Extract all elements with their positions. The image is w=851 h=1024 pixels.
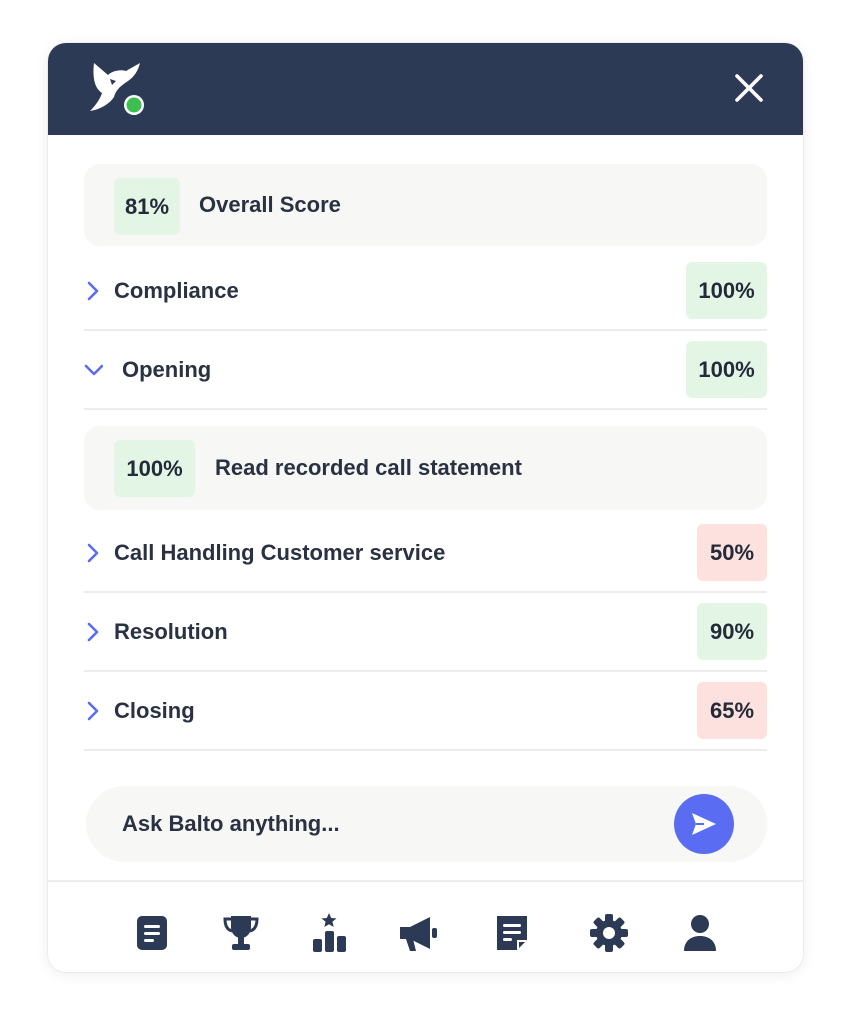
category-score-badge: 100% [686,341,767,398]
category-label: Call Handling Customer service [114,539,446,565]
category-row-call-handling[interactable]: Call Handling Customer service 50% [84,514,767,593]
megaphone-icon [400,917,437,951]
category-label: Opening [122,356,212,382]
close-icon[interactable] [731,70,767,106]
header-bar [48,43,803,135]
gear-icon [590,914,628,952]
nav-announcements[interactable] [398,913,438,953]
overall-score-label: Overall Score [199,192,341,217]
user-icon [684,915,716,951]
chevron-right-icon [87,281,99,301]
footer-divider [48,880,803,882]
nav-notes[interactable] [494,913,530,953]
nav-settings[interactable] [589,913,629,953]
category-row-closing[interactable]: Closing 65% [84,672,767,751]
document-icon [137,916,167,950]
category-label: Closing [114,697,195,723]
chevron-right-icon [87,622,99,642]
balto-wolf-logo [90,63,144,115]
category-label: Compliance [114,277,239,303]
chevron-right-icon [87,701,99,721]
send-icon [692,813,716,835]
nav-documents[interactable] [134,913,170,953]
category-score-badge: 50% [697,524,767,581]
chevron-down-icon [84,364,103,376]
detail-score-badge: 100% [114,440,195,497]
ask-input[interactable] [122,804,662,844]
overall-score-card: 81% Overall Score [84,164,767,246]
leaderboard-icon [313,913,346,952]
notes-icon [497,916,527,950]
opening-detail-card: 100% Read recorded call statement [84,426,767,510]
send-button[interactable] [674,794,734,854]
ask-bar [86,786,767,862]
category-score-badge: 90% [697,603,767,660]
trophy-icon [223,916,259,950]
overall-score-badge: 81% [114,178,180,235]
nav-achievements[interactable] [222,913,259,953]
nav-leaderboard[interactable] [311,913,347,953]
category-score-badge: 100% [686,262,767,319]
category-row-compliance[interactable]: Compliance 100% [84,252,767,331]
category-label: Resolution [114,618,228,644]
category-row-resolution[interactable]: Resolution 90% [84,593,767,672]
balto-panel: 81% Overall Score Compliance 100% Openin… [48,43,803,972]
category-score-badge: 65% [697,682,767,739]
category-row-opening[interactable]: Opening 100% [84,331,767,410]
detail-label: Read recorded call statement [215,455,522,480]
nav-profile[interactable] [682,913,718,953]
chevron-right-icon [87,543,99,563]
